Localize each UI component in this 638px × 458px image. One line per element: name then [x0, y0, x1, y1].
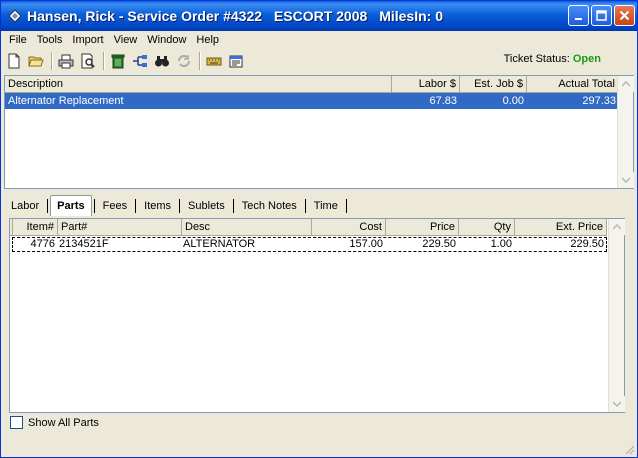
job-row[interactable]: Alternator Replacement 67.83 0.00 297.33 [5, 93, 619, 109]
minimize-button[interactable] [568, 5, 589, 26]
refresh-icon[interactable] [174, 51, 194, 71]
tab-separator [47, 199, 49, 213]
title-bar[interactable]: Hansen, Rick - Service Order #4322 ESCOR… [1, 1, 637, 31]
show-all-parts[interactable]: Show All Parts [10, 416, 99, 429]
col-description[interactable]: Description [5, 76, 392, 93]
resize-grip-icon[interactable] [623, 443, 635, 455]
part-ext-price: 229.50 [570, 238, 604, 250]
properties-icon[interactable] [226, 51, 246, 71]
tab-separator [304, 199, 306, 213]
tab-parts[interactable]: Parts [50, 194, 92, 216]
toolbar-separator [51, 52, 53, 70]
maximize-icon [596, 10, 607, 21]
tab-tech-notes[interactable]: Tech Notes [236, 197, 303, 215]
keyboard-icon[interactable] [204, 51, 224, 71]
col-part[interactable]: Part# [58, 219, 182, 236]
menu-tools[interactable]: Tools [32, 34, 68, 46]
ticket-status-value: Open [572, 53, 601, 65]
col-actual-total[interactable]: Actual Total [527, 76, 619, 93]
job-actual-total: 297.33 [582, 95, 616, 107]
scroll-up-icon[interactable] [609, 219, 625, 235]
detail-tabs: Labor Parts Fees Items Sublets Tech Note… [5, 194, 349, 216]
show-all-parts-checkbox[interactable] [10, 416, 23, 429]
col-cost[interactable]: Cost [312, 219, 386, 236]
col-qty[interactable]: Qty [459, 219, 515, 236]
toolbar: Ticket Status: Open [1, 49, 637, 73]
open-folder-icon[interactable] [26, 51, 46, 71]
scroll-up-icon[interactable] [618, 76, 634, 92]
tab-separator [345, 199, 347, 213]
jobs-grid-header: Description Labor $ Est. Job $ Actual To… [5, 76, 619, 93]
title-customer-order: Hansen, Rick - Service Order #4322 [27, 8, 263, 24]
tab-separator [135, 199, 137, 213]
service-order-window: Hansen, Rick - Service Order #4322 ESCOR… [0, 0, 638, 458]
scroll-down-icon[interactable] [618, 172, 634, 188]
tab-sublets[interactable]: Sublets [182, 197, 231, 215]
new-document-icon[interactable] [4, 51, 24, 71]
part-cost: 157.00 [349, 238, 383, 250]
menu-import[interactable]: Import [67, 34, 108, 46]
tab-separator [93, 199, 95, 213]
tab-labor[interactable]: Labor [5, 197, 45, 215]
window-title: Hansen, Rick - Service Order #4322 ESCOR… [27, 8, 451, 24]
maximize-button[interactable] [591, 5, 612, 26]
tab-separator [179, 199, 181, 213]
col-labor[interactable]: Labor $ [392, 76, 460, 93]
menu-view[interactable]: View [109, 34, 143, 46]
job-est-job: 0.00 [502, 95, 524, 107]
jobs-scrollbar[interactable] [617, 76, 634, 188]
toolbar-separator [103, 52, 105, 70]
col-ext-price[interactable]: Ext. Price [515, 219, 607, 236]
part-item: 4776 [30, 238, 55, 250]
tab-time[interactable]: Time [308, 197, 344, 215]
title-miles: MilesIn: 0 [379, 8, 443, 24]
title-vehicle: ESCORT 2008 [273, 8, 368, 24]
job-labor: 67.83 [429, 95, 457, 107]
print-icon[interactable] [56, 51, 76, 71]
col-est-job[interactable]: Est. Job $ [460, 76, 527, 93]
binoculars-icon[interactable] [152, 51, 172, 71]
menu-help[interactable]: Help [191, 34, 224, 46]
scroll-down-icon[interactable] [609, 396, 625, 412]
parts-scrollbar[interactable] [608, 219, 625, 412]
trash-icon[interactable] [108, 51, 128, 71]
part-qty: 1.00 [490, 238, 512, 250]
tab-items[interactable]: Items [138, 197, 177, 215]
tree-icon[interactable] [130, 51, 150, 71]
menu-window[interactable]: Window [142, 34, 191, 46]
part-desc: ALTERNATOR [183, 238, 256, 250]
job-description: Alternator Replacement [8, 95, 124, 107]
part-row[interactable]: 4776 2134521F ALTERNATOR 157.00 229.50 1… [12, 237, 607, 252]
close-button[interactable] [614, 5, 635, 26]
show-all-parts-label: Show All Parts [28, 416, 99, 429]
print-preview-icon[interactable] [78, 51, 98, 71]
toolbar-separator [199, 52, 201, 70]
tab-separator [232, 199, 234, 213]
menu-file[interactable]: File [4, 34, 32, 46]
col-item[interactable]: Item# [13, 219, 58, 236]
part-price: 229.50 [422, 238, 456, 250]
col-desc[interactable]: Desc [182, 219, 312, 236]
jobs-grid[interactable]: Description Labor $ Est. Job $ Actual To… [4, 75, 634, 189]
ticket-status-label: Ticket Status: [503, 53, 570, 65]
parts-grid[interactable]: Item# Part# Desc Cost Price Qty Ext. Pri… [9, 218, 625, 413]
menu-bar: File Tools Import View Window Help [1, 31, 637, 49]
tab-fees[interactable]: Fees [97, 197, 133, 215]
ticket-status: Ticket Status: Open [504, 53, 601, 65]
app-icon [7, 8, 23, 24]
part-number: 2134521F [59, 238, 109, 250]
close-icon [619, 10, 630, 21]
col-price[interactable]: Price [386, 219, 459, 236]
minimize-icon [574, 17, 582, 20]
parts-grid-header: Item# Part# Desc Cost Price Qty Ext. Pri… [10, 219, 607, 236]
